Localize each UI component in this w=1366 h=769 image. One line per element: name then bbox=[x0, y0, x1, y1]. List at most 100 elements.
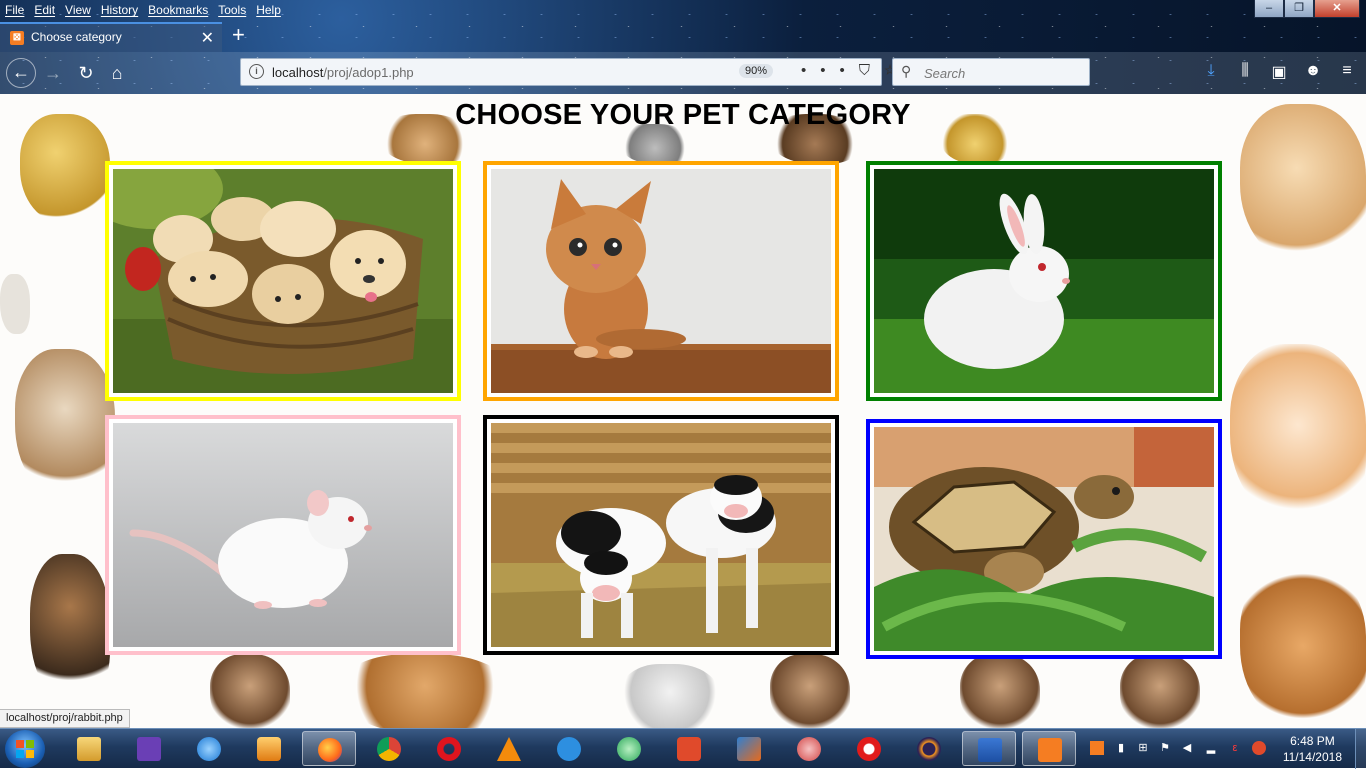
background-rabbit-image bbox=[340, 654, 510, 728]
category-card-puppies[interactable] bbox=[105, 161, 461, 401]
atom-icon bbox=[617, 737, 641, 761]
menu-view[interactable]: View bbox=[60, 0, 96, 20]
tray-xampp-icon[interactable] bbox=[1090, 741, 1104, 755]
tray-p-app-icon[interactable] bbox=[1252, 741, 1266, 755]
more-actions-icon[interactable]: ••• bbox=[801, 62, 859, 79]
tab-close-icon[interactable]: ✕ bbox=[201, 28, 214, 48]
taskbar-yandex[interactable] bbox=[842, 731, 896, 766]
tab-choose-category[interactable]: ⊠ Choose category ✕ bbox=[0, 22, 222, 52]
paint-tool-icon bbox=[797, 737, 821, 761]
category-card-kitten[interactable] bbox=[483, 161, 839, 401]
maximize-button[interactable]: ❐ bbox=[1284, 0, 1314, 18]
zoom-level-badge[interactable]: 90% bbox=[739, 64, 774, 78]
taskbar-vlc[interactable] bbox=[482, 731, 536, 766]
forward-arrow-icon[interactable]: → bbox=[40, 60, 66, 86]
tortoise-illustration bbox=[874, 427, 1214, 651]
search-input[interactable]: Search bbox=[924, 66, 965, 81]
category-card-tortoise[interactable] bbox=[866, 419, 1222, 659]
windows-taskbar: ▮ ⊞ ⚑ ◀ ▂ ε 6:48 PM 11/14/2018 bbox=[0, 728, 1366, 769]
downloads-icon[interactable]: ⤓ bbox=[1200, 62, 1222, 82]
tray-signal-icon[interactable]: ▂ bbox=[1204, 741, 1218, 755]
puppies-image bbox=[113, 169, 453, 393]
url-path: /proj/adop1.php bbox=[323, 65, 414, 80]
background-bunny-image bbox=[1240, 564, 1366, 728]
background-kitten-image bbox=[15, 349, 115, 499]
kitten-illustration bbox=[491, 169, 831, 393]
tab-title: Choose category bbox=[31, 30, 122, 44]
taskbar-media-player[interactable] bbox=[242, 731, 296, 766]
show-desktop-button[interactable] bbox=[1355, 729, 1366, 769]
clock-date: 11/14/2018 bbox=[1282, 750, 1342, 764]
tray-network-share-icon[interactable]: ⊞ bbox=[1136, 741, 1150, 755]
search-bar[interactable]: ⚲ Search bbox=[892, 58, 1090, 86]
category-card-calves[interactable] bbox=[483, 415, 839, 655]
background-dog-image-4 bbox=[210, 654, 290, 728]
menu-file[interactable]: File bbox=[0, 0, 29, 20]
menu-history[interactable]: History bbox=[96, 0, 143, 20]
taskbar-atom[interactable] bbox=[602, 731, 656, 766]
taskbar-p-app[interactable] bbox=[662, 731, 716, 766]
rat-image bbox=[113, 423, 453, 647]
background-chihuahua-image bbox=[30, 554, 110, 704]
menu-edit[interactable]: Edit bbox=[29, 0, 60, 20]
clock[interactable]: 6:48 PM 11/14/2018 bbox=[1283, 733, 1342, 765]
taskbar-word[interactable] bbox=[962, 731, 1016, 766]
back-arrow-icon[interactable]: ← bbox=[6, 58, 36, 88]
taskbar-visual-studio[interactable] bbox=[122, 731, 176, 766]
home-icon[interactable]: ⌂ bbox=[104, 60, 130, 86]
close-window-button[interactable]: ✕ bbox=[1314, 0, 1360, 18]
tray-flag-icon[interactable]: ⚑ bbox=[1158, 741, 1172, 755]
category-card-rabbit[interactable] bbox=[866, 161, 1222, 401]
taskbar-xampp[interactable] bbox=[1022, 731, 1076, 766]
taskbar-opera[interactable] bbox=[422, 731, 476, 766]
page-content: CHOOSE YOUR PET CATEGORY bbox=[0, 94, 1366, 728]
menu-bar: File Edit View History Bookmarks Tools H… bbox=[0, 0, 286, 20]
menu-tools[interactable]: Tools bbox=[213, 0, 251, 20]
taskbar-explorer[interactable] bbox=[62, 731, 116, 766]
pocket-icon[interactable]: ⛉ bbox=[859, 62, 884, 79]
tray-red-app-icon[interactable]: ε bbox=[1228, 741, 1242, 755]
calves-image bbox=[491, 423, 831, 647]
taskbar-paint-tool[interactable] bbox=[782, 731, 836, 766]
url-bar[interactable]: i localhost/proj/adop1.php 90% •••⛉☆ bbox=[240, 58, 896, 86]
taskbar-eclipse[interactable] bbox=[902, 731, 956, 766]
start-button[interactable] bbox=[5, 730, 45, 768]
menu-bookmarks[interactable]: Bookmarks bbox=[143, 0, 213, 20]
opera-icon bbox=[437, 737, 461, 761]
rabbit-illustration bbox=[874, 169, 1214, 393]
firefox-icon bbox=[318, 738, 342, 762]
taskbar-firefox[interactable] bbox=[302, 731, 356, 766]
puppies-illustration bbox=[113, 169, 453, 393]
background-shape bbox=[0, 274, 30, 334]
p-app-icon bbox=[677, 737, 701, 761]
background-kitten-right-image bbox=[1230, 344, 1366, 524]
url-text[interactable]: localhost/proj/adop1.php bbox=[272, 65, 414, 80]
sidebar-icon[interactable]: ▣ bbox=[1268, 62, 1290, 82]
menu-help[interactable]: Help bbox=[251, 0, 286, 20]
rat-illustration bbox=[113, 423, 453, 647]
eclipse-icon bbox=[917, 737, 941, 761]
minimize-button[interactable]: – bbox=[1254, 0, 1284, 18]
teamviewer-icon bbox=[557, 737, 581, 761]
taskbar-matlab[interactable] bbox=[722, 731, 776, 766]
tray-usb-icon[interactable]: ▮ bbox=[1114, 741, 1128, 755]
info-icon[interactable]: i bbox=[249, 64, 264, 79]
taskbar-teamviewer[interactable] bbox=[542, 731, 596, 766]
tray-volume-icon[interactable]: ◀ bbox=[1180, 741, 1194, 755]
reload-icon[interactable]: ↻ bbox=[73, 60, 99, 86]
category-card-rat[interactable] bbox=[105, 415, 461, 655]
extension-monkey-icon[interactable]: ☻ bbox=[1302, 62, 1324, 82]
kitten-image bbox=[491, 169, 831, 393]
vlc-cone-icon bbox=[497, 737, 521, 761]
taskbar-internet-explorer[interactable] bbox=[182, 731, 236, 766]
hamburger-menu-icon[interactable]: ≡ bbox=[1336, 62, 1358, 82]
new-tab-icon[interactable]: + bbox=[232, 23, 245, 47]
background-dog-image-3 bbox=[1120, 654, 1200, 728]
word-icon bbox=[978, 738, 1002, 762]
taskbar-chrome[interactable] bbox=[362, 731, 416, 766]
library-icon[interactable]: ⫼ bbox=[1234, 62, 1256, 82]
yandex-icon bbox=[857, 737, 881, 761]
status-link-tooltip: localhost/proj/rabbit.php bbox=[0, 709, 130, 728]
background-dog-image bbox=[770, 654, 850, 728]
window-controls: – ❐ ✕ bbox=[1254, 0, 1360, 18]
